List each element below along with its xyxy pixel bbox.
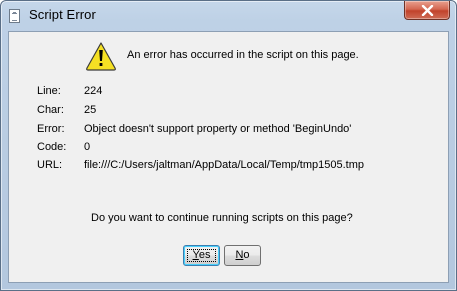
close-icon (421, 5, 434, 16)
url-value: file:///C:/Users/jaltman/AppData/Local/T… (84, 159, 365, 171)
no-label-rest: o (243, 249, 250, 261)
code-label: Code: (37, 141, 67, 153)
yes-button[interactable]: Yes (183, 245, 220, 266)
code-value: 0 (84, 141, 91, 153)
no-button-label: No (235, 249, 249, 261)
error-label: Error: (37, 123, 65, 135)
window-title: Script Error (29, 7, 96, 22)
url-label: URL: (37, 159, 63, 171)
line-label: Line: (37, 85, 61, 97)
yes-label-rest: es (198, 249, 211, 261)
document-icon (9, 9, 20, 23)
char-value: 25 (84, 104, 97, 116)
warning-icon (86, 42, 116, 71)
line-value: 224 (84, 85, 103, 97)
char-label: Char: (37, 104, 64, 116)
title-bar[interactable]: Script Error (1, 1, 456, 31)
error-value: Object doesn't support property or metho… (84, 123, 352, 135)
script-error-dialog: Script Error An error has occurred in th… (0, 0, 457, 291)
yes-button-label: Yes (193, 249, 211, 261)
dialog-content: An error has occurred in the script on t… (8, 31, 449, 283)
error-message: An error has occurred in the script on t… (127, 49, 359, 61)
no-button[interactable]: No (224, 245, 261, 266)
close-button[interactable] (404, 1, 450, 20)
continue-question: Do you want to continue running scripts … (91, 212, 353, 224)
